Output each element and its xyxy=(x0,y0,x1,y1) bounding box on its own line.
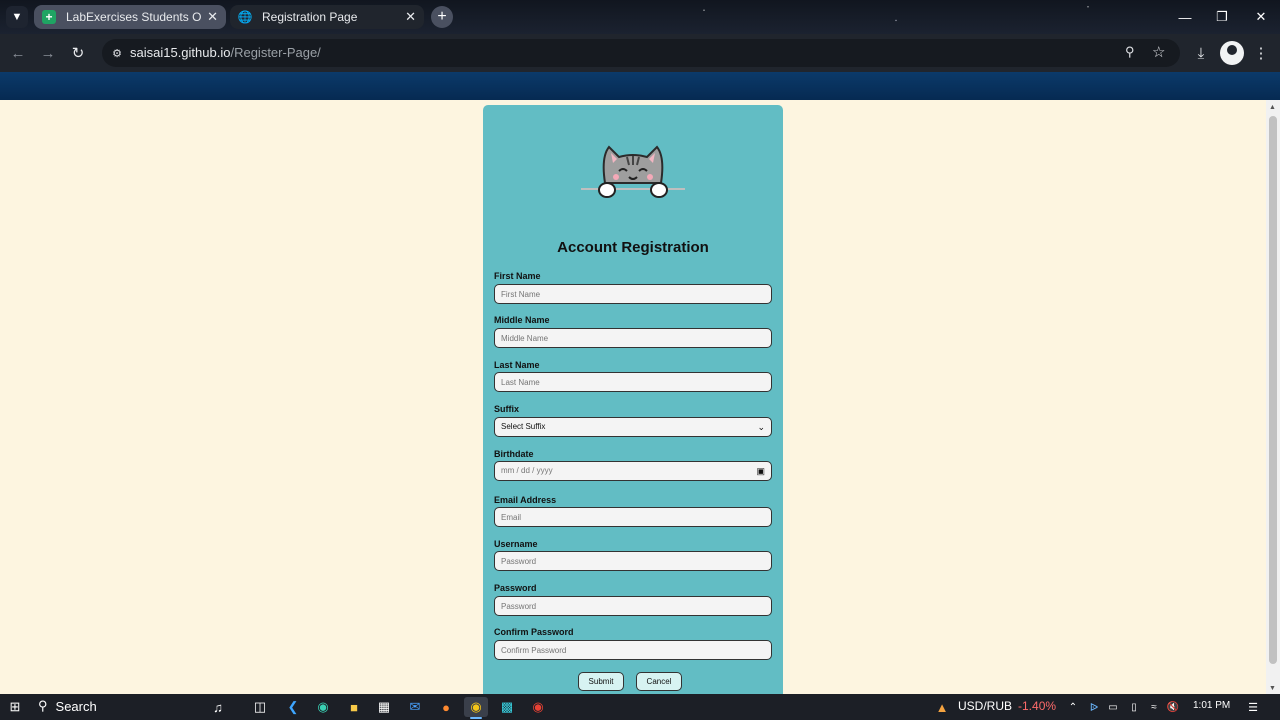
suffix-label: Suffix xyxy=(494,404,520,414)
windows-start-icon[interactable]: ⊞ xyxy=(6,698,24,716)
browser-toolbar: ← → ↻ ⚙ saisai15.github.io/Register-Page… xyxy=(0,34,1280,72)
username-label: Username xyxy=(494,539,538,549)
battery-icon[interactable]: ▭ xyxy=(1106,698,1120,716)
currency-ticker[interactable]: USD/RUB -1.40% xyxy=(958,699,1056,713)
last-name-input[interactable] xyxy=(494,372,772,392)
firefox-icon[interactable]: ● xyxy=(434,697,458,717)
minimize-button[interactable]: — xyxy=(1166,0,1204,34)
tab-label: LabExercises Students Outputs xyxy=(66,10,202,24)
search-icon: ⚲ xyxy=(38,698,48,713)
file-explorer-icon[interactable]: ■ xyxy=(342,697,366,717)
browser-titlebar: ▼ + LabExercises Students Outputs ✕ 🌐 Re… xyxy=(0,0,1280,34)
terminal-icon[interactable]: ▩ xyxy=(495,697,519,717)
mail-icon[interactable]: ✉ xyxy=(403,697,427,717)
email-input[interactable] xyxy=(494,507,772,527)
task-view-icon[interactable]: ◫ xyxy=(248,697,272,717)
notifications-icon[interactable]: ☰ xyxy=(1246,698,1260,716)
birthdate-input[interactable]: mm / dd / yyyy ▣ xyxy=(494,461,772,481)
restore-button[interactable]: ❐ xyxy=(1203,0,1241,34)
first-name-input[interactable] xyxy=(494,284,772,304)
tab-label: Registration Page xyxy=(262,10,358,24)
middle-name-input[interactable] xyxy=(494,328,772,348)
download-icon[interactable]: ⤓ xyxy=(1191,43,1211,63)
page-header-band xyxy=(0,72,1280,100)
close-icon[interactable]: ✕ xyxy=(405,9,416,25)
last-name-label: Last Name xyxy=(494,360,540,370)
scroll-up-icon[interactable]: ▲ xyxy=(1269,104,1276,111)
tab-labexercises[interactable]: + LabExercises Students Outputs ✕ xyxy=(34,5,226,29)
zoom-icon[interactable]: ⚲ xyxy=(1125,44,1135,60)
globe-icon: 🌐 xyxy=(237,10,253,24)
scrollbar-thumb[interactable] xyxy=(1269,116,1277,664)
taskbar: ⊞ ⚲ Search ♫ ◫ ❮ ◉ ■ ▦ ✉ ● ◉ ▩ ◉ ▲ USD/R… xyxy=(0,694,1280,720)
birthdate-placeholder: mm / dd / yyyy xyxy=(501,466,553,475)
suffix-select[interactable]: Select Suffix ⌄ xyxy=(494,417,772,437)
site-info-icon[interactable]: ⚙ xyxy=(108,44,126,62)
cat-logo xyxy=(581,145,685,198)
green-plus-icon: + xyxy=(42,10,56,24)
ticker-icon[interactable]: ▲ xyxy=(930,697,954,717)
system-clock[interactable]: 1:01 PM xyxy=(1193,700,1230,711)
bluetooth-icon[interactable]: ᐉ xyxy=(1087,698,1101,716)
ticker-pair: USD/RUB xyxy=(958,699,1013,713)
reload-icon[interactable]: ↻ xyxy=(68,43,88,63)
ticker-change: -1.40% xyxy=(1018,699,1057,713)
vscode-icon[interactable]: ❮ xyxy=(281,697,305,717)
calendar-icon[interactable]: ▣ xyxy=(756,462,765,480)
chrome-icon[interactable]: ◉ xyxy=(464,697,488,719)
wifi-icon[interactable]: ≈ xyxy=(1147,698,1161,716)
back-icon[interactable]: ← xyxy=(8,43,28,63)
page-scrollbar[interactable]: ▲ ▼ xyxy=(1266,100,1280,694)
close-window-button[interactable]: ✕ xyxy=(1242,0,1280,34)
profile-avatar[interactable] xyxy=(1220,41,1244,65)
chrome-profile-icon[interactable]: ◉ xyxy=(526,697,550,717)
taskbar-search-label: Search xyxy=(55,698,97,714)
cancel-button[interactable]: Cancel xyxy=(636,672,682,691)
taskbar-search[interactable]: ⚲ Search xyxy=(38,698,97,714)
chevron-down-icon: ⌄ xyxy=(757,422,765,432)
password-label: Password xyxy=(494,583,537,593)
confirm-password-label: Confirm Password xyxy=(494,627,574,637)
address-bar[interactable]: ⚙ saisai15.github.io/Register-Page/ ⚲ ☆ xyxy=(102,39,1180,67)
email-label: Email Address xyxy=(494,495,557,505)
menu-kebab-icon[interactable]: ⋮ xyxy=(1251,43,1271,63)
new-tab-button[interactable]: + xyxy=(431,6,453,28)
password-input[interactable] xyxy=(494,596,772,616)
page-title: Account Registration xyxy=(557,239,709,256)
close-icon[interactable]: ✕ xyxy=(207,9,218,25)
tab-registration[interactable]: 🌐 Registration Page ✕ xyxy=(230,5,424,29)
suffix-select-value: Select Suffix xyxy=(501,422,546,431)
chevron-up-icon[interactable]: ⌃ xyxy=(1066,698,1080,716)
registration-card: Account Registration First Name Middle N… xyxy=(483,105,783,694)
middle-name-label: Middle Name xyxy=(494,315,550,325)
birthdate-label: Birthdate xyxy=(494,449,534,459)
speaker-muted-icon[interactable]: 🔇 xyxy=(1166,698,1180,716)
forward-icon[interactable]: → xyxy=(38,43,58,63)
page-body: Account Registration First Name Middle N… xyxy=(0,100,1266,694)
confirm-password-input[interactable] xyxy=(494,640,772,660)
url-path: /Register-Page/ xyxy=(230,45,321,60)
url-host: saisai15.github.io xyxy=(130,45,231,60)
url-text: saisai15.github.io/Register-Page/ xyxy=(130,45,321,60)
widget-icon[interactable]: ♫ xyxy=(206,697,230,717)
bookmark-star-icon[interactable]: ☆ xyxy=(1152,43,1165,61)
first-name-label: First Name xyxy=(494,271,541,281)
username-input[interactable] xyxy=(494,551,772,571)
scroll-down-icon[interactable]: ▼ xyxy=(1269,685,1276,692)
tablet-icon[interactable]: ▯ xyxy=(1127,698,1141,716)
edge-icon[interactable]: ◉ xyxy=(311,697,335,717)
submit-button[interactable]: Submit xyxy=(578,672,624,691)
tab-search-button[interactable]: ▼ xyxy=(6,6,28,28)
store-icon[interactable]: ▦ xyxy=(372,697,396,717)
